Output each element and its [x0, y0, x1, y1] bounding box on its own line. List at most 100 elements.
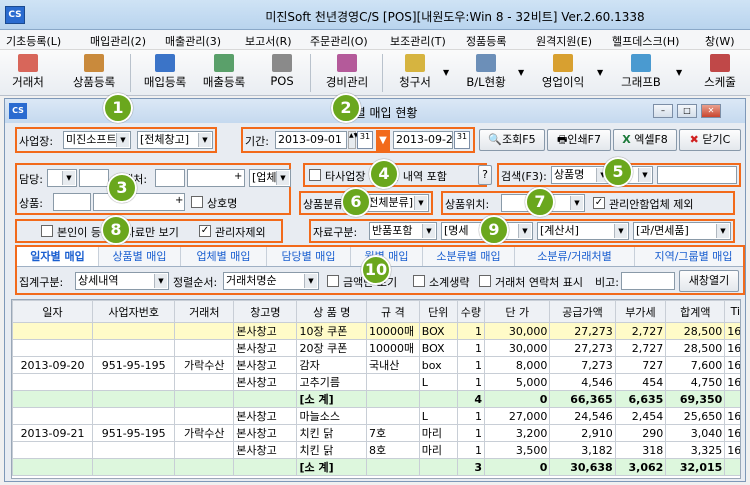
sales-register-button[interactable]: 매출등록 — [196, 52, 252, 94]
column-header[interactable]: 공급가액 — [549, 300, 616, 323]
exclude-manager-checkbox[interactable]: ✓ — [199, 225, 211, 237]
date-from-spinner[interactable]: ▲▼ — [348, 131, 358, 149]
menu-aux[interactable]: 보조관리(T) — [390, 33, 446, 49]
column-header[interactable]: Tim — [724, 300, 740, 323]
schedule-button[interactable]: 스케줄 — [694, 52, 746, 94]
table-row[interactable]: 본사창고치킨 닭8호마리13,5003,1823183,32516:4 — [12, 441, 740, 459]
menu-order[interactable]: 주문관리(O) — [310, 33, 368, 49]
column-header[interactable]: 상 품 명 — [296, 300, 368, 323]
invoice-dropdown-icon[interactable]: ▼ — [443, 68, 449, 77]
table-row[interactable]: 본사창고 10장 쿠폰 10000매 BOX 1 30,000 27,273 2,727 28,… — [12, 322, 740, 340]
menu-helpdesk[interactable]: 헬프데스크(H) — [612, 33, 679, 49]
maximize-button[interactable]: □ — [677, 104, 697, 118]
excel-button[interactable]: X 엑셀F8 — [613, 129, 677, 151]
table-row[interactable]: 2013-09-21 951-95-195 가락수산 본사창고 치킨 닭 7호 마리 1 3,2… — [12, 424, 740, 442]
column-header[interactable]: 부가세 — [614, 300, 667, 323]
product-register-button[interactable]: 상품등록 — [62, 52, 126, 94]
add-product-icon[interactable]: + — [175, 195, 183, 206]
brand-checkbox[interactable] — [191, 196, 203, 208]
table-cell: 2013-09-20 — [12, 356, 94, 374]
menu-basic[interactable]: 기초등록(L) — [6, 33, 61, 49]
date-to-input[interactable]: 2013-09-24 — [393, 131, 453, 149]
column-header[interactable]: 창고명 — [233, 300, 298, 323]
column-header[interactable]: 단 가 — [484, 300, 551, 323]
help-button[interactable]: ? — [478, 165, 492, 185]
warehouse-select[interactable]: [전체창고] ▼ — [137, 131, 213, 149]
show-contact-checkbox[interactable] — [479, 275, 491, 287]
tab-region-group[interactable]: 지역/그룹별 매입 — [635, 247, 743, 266]
menu-window[interactable]: 창(W) — [705, 33, 735, 49]
calendar-icon[interactable]: 31 — [454, 131, 470, 149]
staff-code-input[interactable] — [79, 169, 109, 187]
amount-only-checkbox[interactable] — [327, 275, 339, 287]
invoice-select[interactable]: [계산서] ▼ — [537, 222, 629, 240]
tab-staff[interactable]: 담당별 매입 — [267, 247, 351, 266]
note-input[interactable] — [621, 272, 675, 290]
bl-status-button[interactable]: B/L현황 — [458, 52, 514, 94]
profit-button[interactable]: 영업이익 — [532, 52, 594, 94]
table-row[interactable]: 본사창고 20장 쿠폰 10000매 BOX 1 30,000 27,273 2,727 28,… — [12, 339, 740, 357]
print-button[interactable]: 🖶인쇄F7 — [547, 129, 611, 151]
client-button[interactable]: 거래처 — [6, 52, 50, 94]
tab-subcategory-vendor[interactable]: 소분류/거래처별 — [515, 247, 635, 266]
table-cell — [418, 390, 458, 408]
profit-dropdown-icon[interactable]: ▼ — [597, 68, 603, 77]
open-new-window-button[interactable]: 새창열기 — [679, 270, 739, 292]
tab-product[interactable]: 상품별 매입 — [99, 247, 181, 266]
subtotal-row[interactable]: [소 계] 3 0 30,638 3,062 32,015 — [12, 458, 740, 476]
table-cell: 66,365 — [549, 390, 616, 408]
search-button[interactable]: 🔍조회F5 — [479, 129, 545, 151]
sort-select[interactable]: 거래처명순 ▼ — [223, 272, 319, 290]
subtotal-row[interactable]: [소 계] 4 0 66,365 6,635 69,350 — [12, 390, 740, 408]
date-from-input[interactable]: 2013-09-01 — [275, 131, 347, 149]
menu-license[interactable]: 정품등록 — [466, 33, 506, 49]
my-records-checkbox[interactable] — [41, 225, 53, 237]
calendar-icon[interactable]: 31 — [357, 131, 373, 149]
minimize-button[interactable]: – — [653, 104, 673, 118]
graph-button[interactable]: 그래프B — [612, 52, 670, 94]
pos-button[interactable]: POS — [262, 52, 302, 94]
column-header[interactable]: 규 격 — [366, 300, 420, 323]
column-header[interactable]: 단위 — [418, 300, 458, 323]
product-name-input[interactable] — [93, 193, 185, 211]
other-site-checkbox[interactable] — [309, 169, 321, 181]
table-row[interactable]: 본사창고마늘소스 L127,00024,5462,45425,65016:4 — [12, 407, 740, 425]
invoice-button[interactable]: 청구서 — [390, 52, 440, 94]
bl-dropdown-icon[interactable]: ▼ — [518, 68, 524, 77]
close-icon[interactable]: ✕ — [701, 104, 721, 118]
site-select[interactable]: 미진소프트 ▼ — [63, 131, 131, 149]
column-header[interactable]: 일자 — [12, 300, 94, 323]
skip-subtotal-checkbox[interactable] — [413, 275, 425, 287]
data-type-select[interactable]: 반품포함 ▼ — [369, 222, 437, 240]
staff-select[interactable]: ▼ — [47, 169, 77, 187]
add-client-icon[interactable]: + — [234, 171, 242, 182]
menu-remote[interactable]: 원격지원(E) — [536, 33, 592, 49]
column-header[interactable]: 거래처 — [174, 300, 235, 323]
tab-vendor[interactable]: 업체별 매입 — [181, 247, 267, 266]
close-button[interactable]: ✖ 닫기C — [679, 129, 741, 151]
table-row[interactable]: 본사창고고추기름 L15,0004,5464544,75016:4 — [12, 373, 740, 391]
product-code-input[interactable] — [53, 193, 91, 211]
column-header[interactable]: 합계액 — [665, 300, 726, 323]
tab-subcategory[interactable]: 소분류별 매입 — [423, 247, 515, 266]
menu-sales[interactable]: 매출관리(3) — [165, 33, 221, 49]
tab-daily[interactable]: 일자별 매입 — [17, 247, 99, 266]
client-type-select[interactable]: [업체 ▼ — [249, 169, 291, 187]
menu-report[interactable]: 보고서(R) — [245, 33, 292, 49]
column-header[interactable]: 사업자번호 — [92, 300, 176, 323]
tax-select[interactable]: [과/면세품] ▼ — [633, 222, 731, 240]
expense-button[interactable]: 경비관리 — [318, 52, 376, 94]
exclude-unmanaged-checkbox[interactable]: ✓ — [593, 197, 605, 209]
search-keyword-input[interactable] — [657, 166, 737, 184]
graph-dropdown-icon[interactable]: ▼ — [676, 68, 682, 77]
period-dropdown-icon[interactable]: ▼ — [376, 130, 390, 152]
table-row[interactable]: 2013-09-20 951-95-195 가락수산 본사창고 감자 국내산 box 1 8,0… — [12, 356, 740, 374]
table-cell: 3,182 — [549, 441, 616, 459]
client-code-input[interactable] — [155, 169, 185, 187]
menu-purchase[interactable]: 매입관리(2) — [90, 33, 146, 49]
category-select[interactable]: [전체분류] ▼ — [361, 194, 429, 212]
purchase-register-button[interactable]: 매입등록 — [136, 52, 194, 94]
search-field-select[interactable]: 상품명▼ — [551, 166, 611, 184]
aggregation-select[interactable]: 상세내역 ▼ — [75, 272, 169, 290]
column-header[interactable]: 수량 — [456, 300, 486, 323]
